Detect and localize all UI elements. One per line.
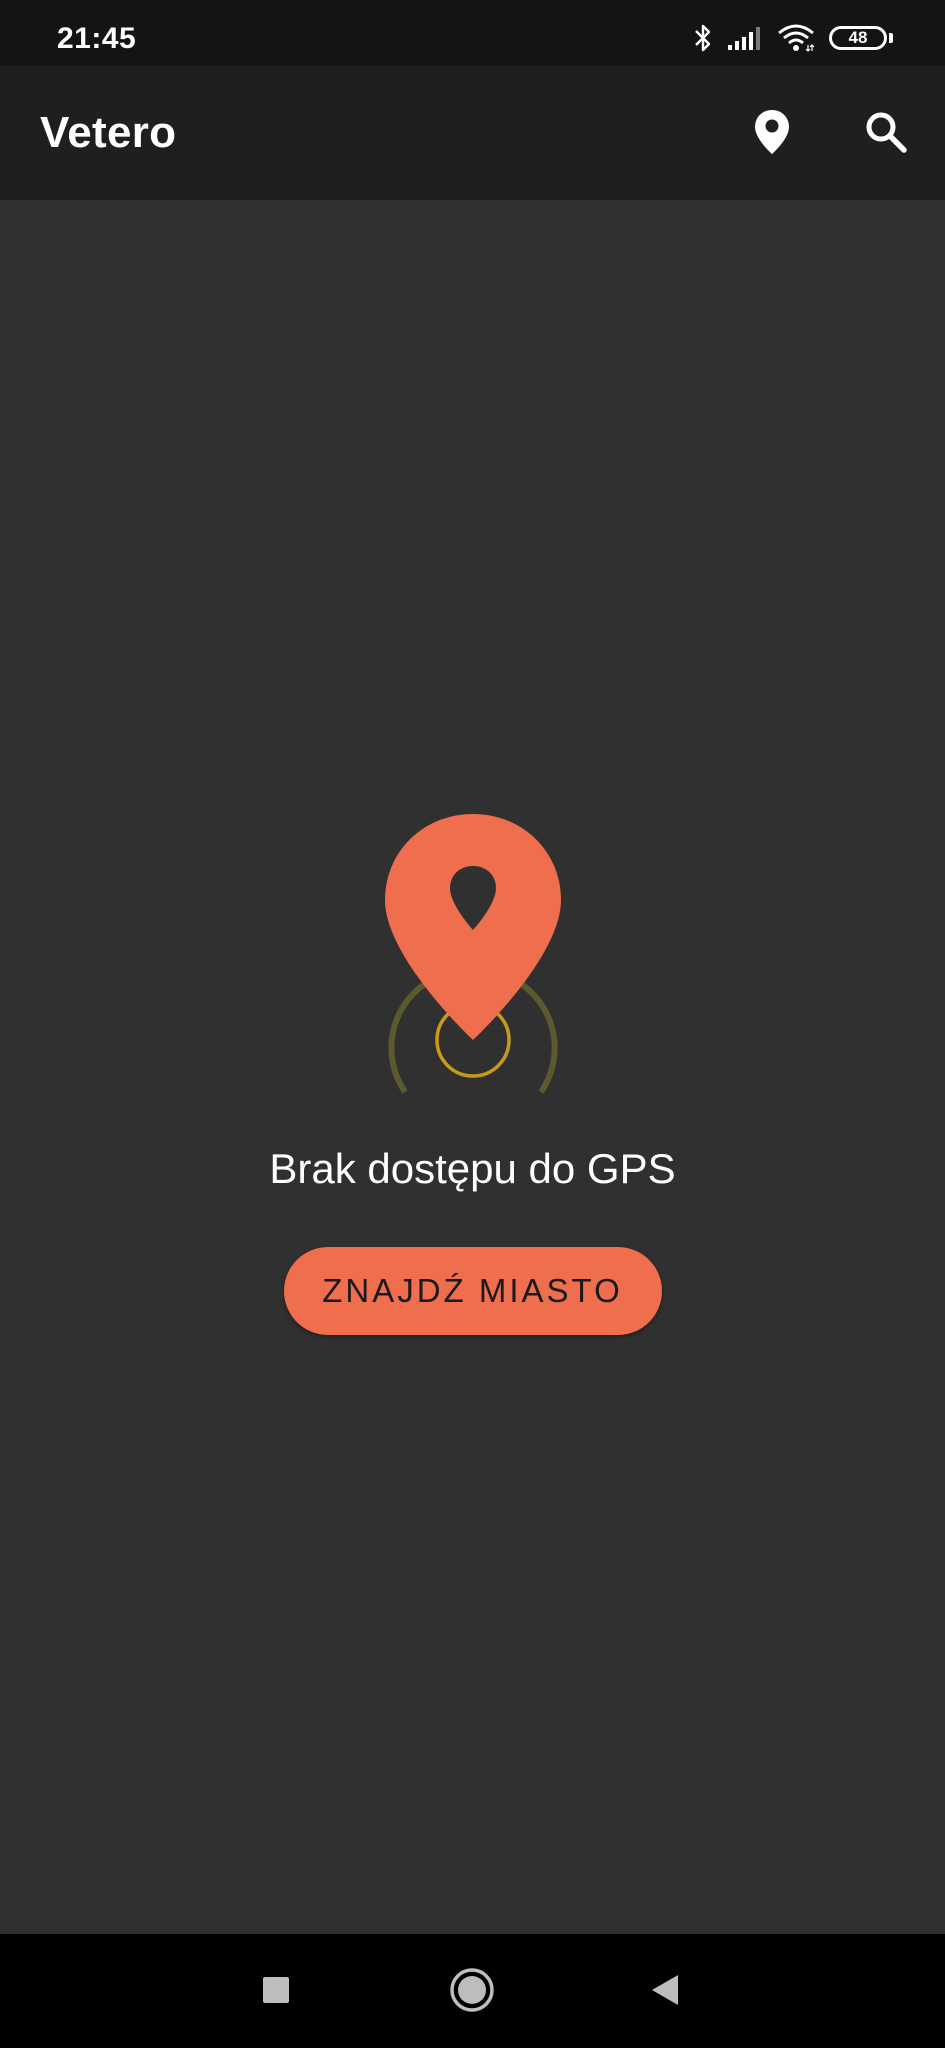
status-icons: 48 (693, 20, 893, 56)
app-title: Vetero (40, 108, 177, 157)
location-pin-icon (753, 108, 791, 161)
back-icon (649, 1973, 681, 2012)
home-icon (449, 1967, 495, 2018)
recents-icon (261, 1975, 291, 2010)
battery-level-text: 48 (848, 28, 868, 47)
signal-icon (727, 25, 763, 51)
recents-button[interactable] (248, 1964, 304, 2020)
find-city-button[interactable]: ZNAJDŹ MIASTO (283, 1247, 662, 1335)
gps-unavailable-message: Brak dostępu do GPS (269, 1145, 676, 1192)
screen: 21:45 48 Vetero Brak dostępu do GPS ZNAJ… (0, 0, 945, 2048)
search-button[interactable] (854, 102, 918, 166)
location-pin-radar-icon (373, 810, 573, 1095)
back-button[interactable] (637, 1964, 693, 2020)
battery-icon: 48 (829, 26, 887, 50)
empty-state: Brak dostępu do GPS ZNAJDŹ MIASTO (0, 810, 945, 1335)
status-bar: 21:45 48 (0, 0, 945, 66)
home-button[interactable] (444, 1964, 500, 2020)
status-time: 21:45 (57, 22, 137, 55)
navigation-bar (0, 1934, 945, 2048)
wifi-icon (777, 23, 815, 53)
location-button[interactable] (740, 102, 804, 166)
bluetooth-icon (693, 23, 713, 53)
battery-nub (889, 33, 893, 43)
search-icon (864, 110, 908, 159)
app-bar: Vetero (0, 66, 945, 200)
